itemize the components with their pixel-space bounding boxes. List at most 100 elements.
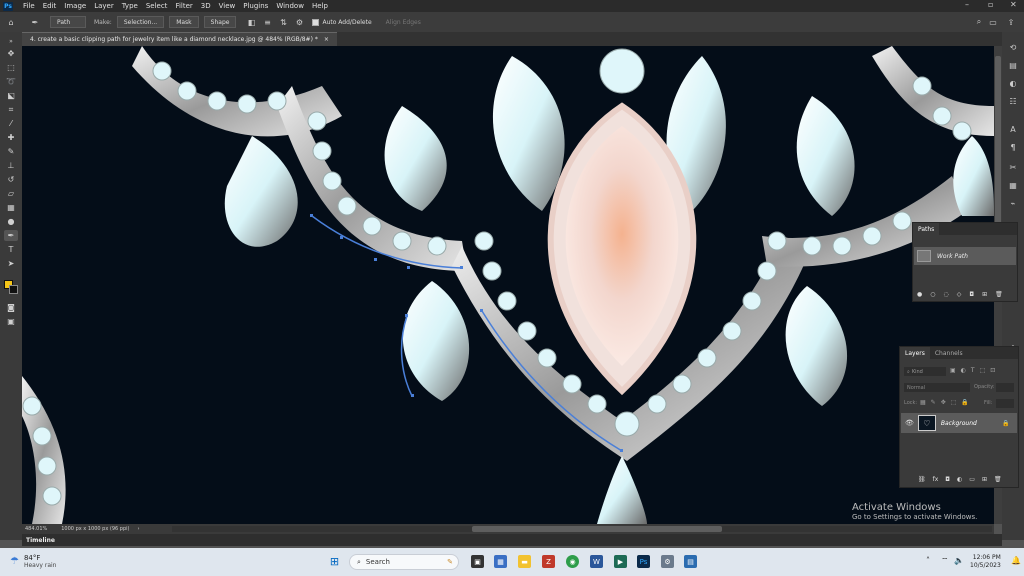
eye-icon[interactable]: 👁 <box>905 419 914 427</box>
menu-help[interactable]: Help <box>308 2 332 10</box>
horizontal-scrollbar[interactable] <box>172 526 992 532</box>
notification-icon[interactable]: 🔔 <box>1011 556 1021 565</box>
quick-mask-icon[interactable]: ◙ <box>4 302 18 313</box>
marquee-tool-icon[interactable]: ⬚ <box>4 62 18 73</box>
layer-row[interactable]: 👁 ♡ Background 🔒 <box>901 413 1017 433</box>
clone-stamp-tool-icon[interactable]: ⊥ <box>4 160 18 171</box>
history-icon[interactable]: ⟲ <box>1008 42 1018 52</box>
clock[interactable]: 12:06 PM 10/5/2023 <box>970 554 1001 570</box>
stroke-path-icon[interactable]: ○ <box>930 291 935 298</box>
add-mask-icon[interactable]: ◘ <box>945 476 950 483</box>
document-tab[interactable]: 4. create a basic clipping path for jewe… <box>22 32 337 46</box>
fill-path-icon[interactable]: ● <box>917 291 922 298</box>
word-icon[interactable]: W <box>590 555 603 568</box>
new-group-icon[interactable]: ▭ <box>969 476 975 483</box>
zoom-level[interactable]: 484.01% <box>25 526 47 532</box>
lasso-tool-icon[interactable]: ➰ <box>4 76 18 87</box>
lock-pixels-icon[interactable]: ✎ <box>931 399 936 406</box>
align-edges-label[interactable]: Align Edges <box>386 19 421 26</box>
share-icon[interactable]: ⇪ <box>1006 17 1016 27</box>
make-work-path-icon[interactable]: ◇ <box>957 291 962 298</box>
delete-path-icon[interactable]: 🗑 <box>995 291 1003 298</box>
menu-view[interactable]: View <box>215 2 240 10</box>
menu-edit[interactable]: Edit <box>39 2 61 10</box>
wifi-icon[interactable]: ⌔ <box>941 556 949 566</box>
libraries-icon[interactable]: ☷ <box>1008 96 1018 106</box>
terminal-icon[interactable]: ▶ <box>614 555 627 568</box>
path-mode-select[interactable]: Path <box>50 16 86 28</box>
healing-brush-tool-icon[interactable]: ✚ <box>4 132 18 143</box>
pixel-filter-icon[interactable]: ▣ <box>950 367 956 374</box>
paragraph-icon[interactable]: ¶ <box>1008 142 1018 152</box>
start-icon[interactable]: ⊞ <box>328 555 341 568</box>
menu-3d[interactable]: 3D <box>197 2 215 10</box>
menu-image[interactable]: Image <box>60 2 90 10</box>
minimize-icon[interactable]: – <box>965 0 969 9</box>
path-item[interactable]: Work Path <box>914 247 1016 265</box>
tab-channels[interactable]: Channels <box>930 347 968 359</box>
path-alignment-icon[interactable]: ≡ <box>262 17 272 27</box>
character-icon[interactable]: A <box>1008 124 1018 134</box>
eyedropper-tool-icon[interactable]: ⁄ <box>4 118 18 129</box>
make-selection-button[interactable]: Selection... <box>116 16 165 28</box>
tab-close-icon[interactable]: × <box>324 36 329 43</box>
new-path-icon[interactable]: ⊞ <box>982 291 987 298</box>
menu-select[interactable]: Select <box>142 2 172 10</box>
chrome-icon[interactable]: ◉ <box>566 555 579 568</box>
make-mask-button[interactable]: Mask <box>169 16 199 28</box>
taskbar-search[interactable]: ⌕ Search ✎ <box>349 554 459 570</box>
search-icon[interactable]: ⌕ <box>974 17 984 27</box>
object-selection-tool-icon[interactable]: ⬕ <box>4 90 18 101</box>
paths-panel-icon[interactable]: ⌁ <box>1008 198 1018 208</box>
history-brush-tool-icon[interactable]: ↺ <box>4 174 18 185</box>
menu-window[interactable]: Window <box>272 2 308 10</box>
gear-icon[interactable]: ⚙ <box>294 17 304 27</box>
notepad-icon[interactable]: ▤ <box>684 555 697 568</box>
pen-tool-preset-icon[interactable]: ✒ <box>30 17 40 27</box>
calculator-icon[interactable]: ▦ <box>494 555 507 568</box>
path-selection-tool-icon[interactable]: ➤ <box>4 258 18 269</box>
chevron-up-icon[interactable]: ˄ <box>926 556 930 565</box>
load-selection-icon[interactable]: ◌ <box>944 291 949 298</box>
status-arrow-icon[interactable]: › <box>137 526 139 532</box>
collapse-icon[interactable]: » <box>4 36 18 47</box>
path-arrangement-icon[interactable]: ⇅ <box>278 17 288 27</box>
menu-layer[interactable]: Layer <box>90 2 118 10</box>
timeline-panel[interactable]: Timeline <box>22 534 1002 546</box>
weather-widget[interactable]: ☂ 84°F Heavy rain <box>10 554 56 569</box>
brush-tool-icon[interactable]: ✎ <box>4 146 18 157</box>
horizontal-scroll-thumb[interactable] <box>472 526 722 532</box>
lock-position-icon[interactable]: ✥ <box>941 399 946 406</box>
adjustment-layer-icon[interactable]: ◐ <box>957 476 962 483</box>
type-tool-icon[interactable]: T <box>4 244 18 255</box>
swatches-icon[interactable]: ▦ <box>1008 180 1018 190</box>
layer-kind-filter[interactable]: ⌕ Kind <box>904 367 946 376</box>
adjustment-filter-icon[interactable]: ◐ <box>961 367 966 374</box>
adjustments-icon[interactable]: ◐ <box>1008 78 1018 88</box>
volume-icon[interactable]: 🔈 <box>954 556 964 565</box>
link-layers-icon[interactable]: ⛓ <box>918 476 926 483</box>
smart-filter-icon[interactable]: ⊡ <box>990 367 995 374</box>
fill-field[interactable] <box>996 399 1014 408</box>
settings-icon[interactable]: ⚙ <box>661 555 674 568</box>
auto-add-delete-checkbox[interactable] <box>312 18 320 26</box>
file-explorer-icon[interactable]: ▬ <box>518 555 531 568</box>
opacity-field[interactable] <box>996 383 1014 392</box>
menu-filter[interactable]: Filter <box>171 2 196 10</box>
delete-layer-icon[interactable]: 🗑 <box>994 476 1002 483</box>
menu-type[interactable]: Type <box>118 2 142 10</box>
path-operations-icon[interactable]: ◧ <box>246 17 256 27</box>
tab-paths[interactable]: Paths <box>913 223 940 235</box>
filezilla-icon[interactable]: Z <box>542 555 555 568</box>
type-filter-icon[interactable]: T <box>971 367 975 374</box>
crop-tool-icon[interactable]: ⌗ <box>4 104 18 115</box>
maximize-icon[interactable]: ▫ <box>988 0 993 9</box>
lock-transparency-icon[interactable]: ▦ <box>920 399 926 406</box>
shape-filter-icon[interactable]: ⬚ <box>980 367 986 374</box>
lock-artboard-icon[interactable]: ⬚ <box>951 399 957 406</box>
close-icon[interactable]: ✕ <box>1010 0 1017 9</box>
pen-tool-icon[interactable]: ✒ <box>4 230 18 241</box>
task-view-icon[interactable]: ▣ <box>471 555 484 568</box>
move-tool-icon[interactable]: ✥ <box>4 48 18 59</box>
fx-icon[interactable]: fx <box>933 476 939 483</box>
